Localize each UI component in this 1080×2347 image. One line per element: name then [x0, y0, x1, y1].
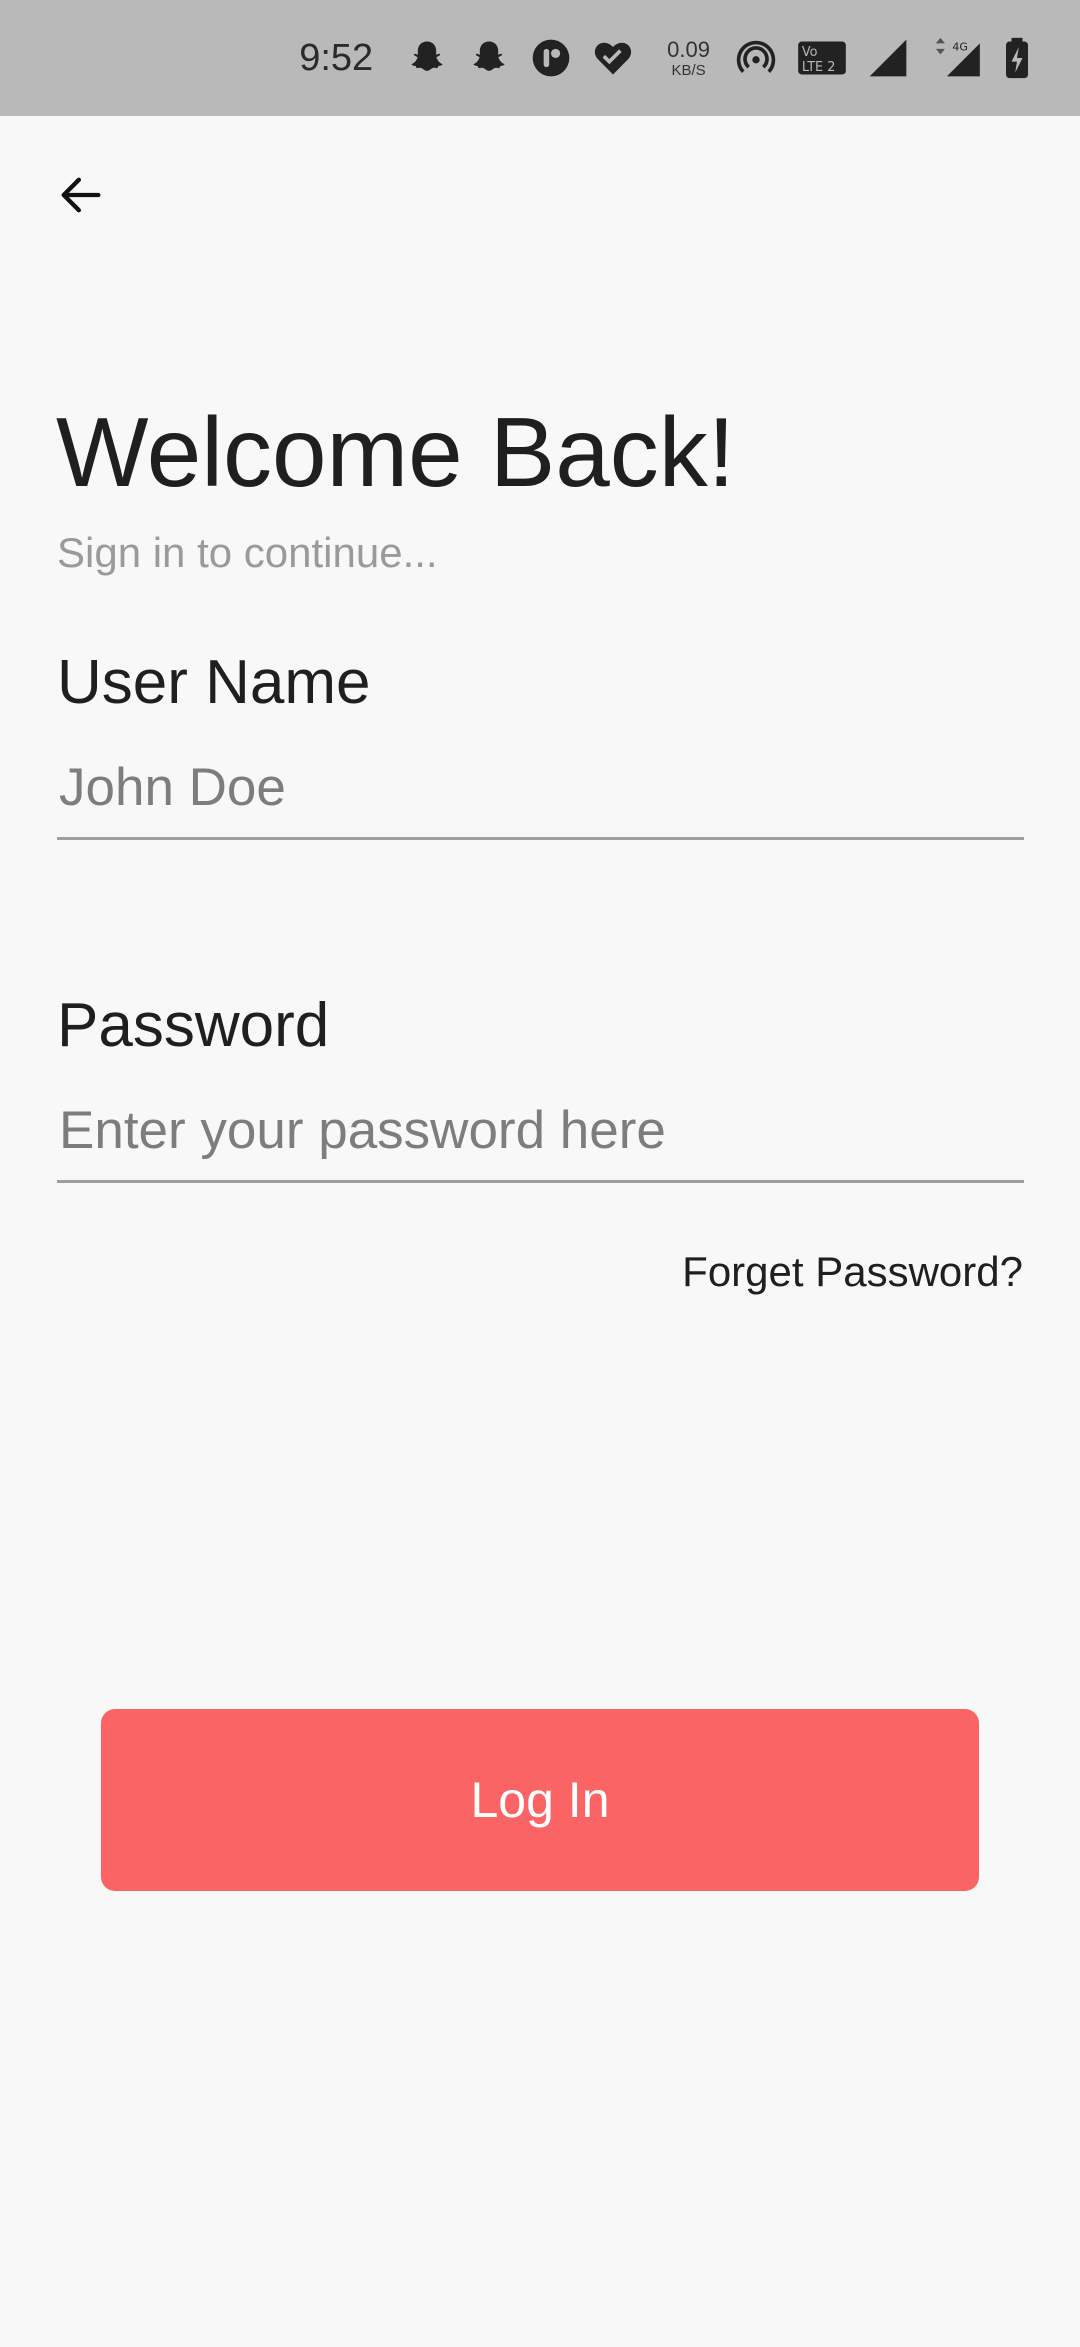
svg-text:Vo: Vo — [802, 45, 818, 60]
password-label: Password — [57, 991, 330, 1060]
volte-icon: Vo LTE 2 — [796, 36, 848, 80]
signal-icon — [866, 36, 910, 80]
network-speed-unit: KB/S — [671, 61, 706, 79]
snapchat-icon — [405, 36, 449, 80]
network-speed: 0.09 KB/S — [667, 36, 710, 79]
svg-text:LTE 2: LTE 2 — [802, 60, 836, 75]
username-label: User Name — [57, 648, 371, 717]
heart-check-icon — [591, 36, 635, 80]
forgot-password-link[interactable]: Forget Password? — [682, 1244, 1023, 1300]
snapchat-icon — [467, 36, 511, 80]
status-bar: 9:52 0.09 KB/S Vo LTE 2 4G — [0, 0, 1080, 116]
status-time: 9:52 — [299, 36, 374, 79]
app-icon — [529, 36, 573, 80]
page-title: Welcome Back! — [56, 397, 735, 507]
login-button[interactable]: Log In — [101, 1709, 979, 1891]
username-input[interactable] — [57, 752, 1024, 840]
battery-charging-icon — [1002, 36, 1032, 80]
signal-4g-icon: 4G — [928, 36, 984, 80]
arrow-left-icon — [55, 169, 107, 226]
network-speed-value: 0.09 — [667, 36, 710, 62]
page-subtitle: Sign in to continue... — [57, 529, 438, 576]
password-input[interactable] — [57, 1095, 1024, 1183]
svg-text:4G: 4G — [952, 41, 968, 54]
hotspot-icon — [734, 36, 778, 80]
back-button[interactable] — [40, 156, 122, 238]
